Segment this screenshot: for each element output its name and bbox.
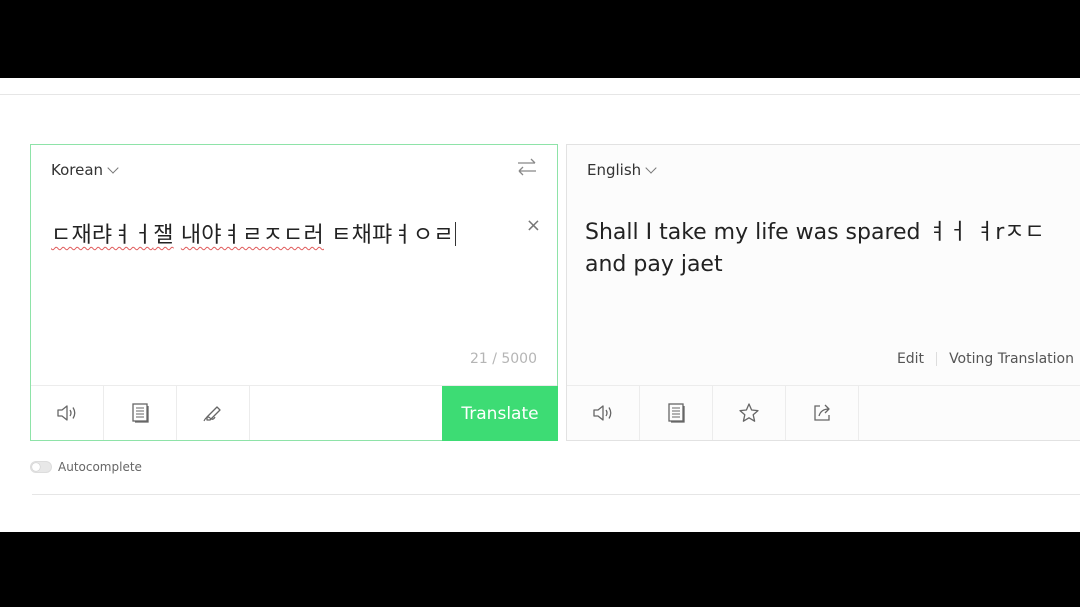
dictionary-icon xyxy=(668,403,685,423)
translation-actions: Edit Voting Translation xyxy=(897,351,1074,367)
source-text-part xyxy=(174,223,181,248)
swap-icon[interactable] xyxy=(515,157,539,177)
translate-button[interactable]: Translate xyxy=(442,386,558,441)
target-toolbar xyxy=(567,385,1080,440)
autocomplete-label: Autocomplete xyxy=(58,460,142,474)
translator-page: Korean ㄷ재랴ㅕㅓ잴 내야ㅕㄹㅈㄷ러 ㅌ채퍄ㅕㅇㄹ × 21 / 5000 xyxy=(0,78,1080,532)
source-text-part: ㅌ채퍄ㅕㅇㄹ xyxy=(323,223,454,248)
speaker-icon xyxy=(593,405,612,421)
source-listen-button[interactable] xyxy=(31,386,104,440)
header-divider xyxy=(0,94,1080,95)
source-input[interactable]: ㄷ재랴ㅕㅓ잴 내야ㅕㄹㅈㄷ러 ㅌ채퍄ㅕㅇㄹ xyxy=(51,217,456,249)
chevron-down-icon xyxy=(107,161,119,174)
source-dictionary-button[interactable] xyxy=(104,386,177,440)
source-language-select[interactable]: Korean xyxy=(51,161,119,179)
source-text-part: 잴 xyxy=(153,223,174,248)
target-dictionary-button[interactable] xyxy=(640,386,713,440)
voting-translation-link[interactable]: Voting Translation xyxy=(949,351,1074,367)
autocomplete-toggle[interactable] xyxy=(30,461,52,473)
edit-link[interactable]: Edit xyxy=(897,351,924,367)
footer-divider xyxy=(32,494,1080,495)
autocomplete-option: Autocomplete xyxy=(30,460,142,474)
favorite-button[interactable] xyxy=(713,386,786,440)
target-panel: English Shall I take my life was spared … xyxy=(566,144,1080,441)
source-toolbar: Translate xyxy=(31,385,558,441)
share-icon xyxy=(814,404,830,421)
dictionary-icon xyxy=(132,403,149,423)
clear-icon[interactable]: × xyxy=(526,217,541,235)
divider xyxy=(936,352,938,366)
target-language-label: English xyxy=(587,161,642,179)
chevron-down-icon xyxy=(645,161,657,174)
star-icon xyxy=(739,403,759,422)
target-language-select[interactable]: English xyxy=(587,161,657,179)
speaker-icon xyxy=(57,405,76,421)
source-handwriting-button[interactable] xyxy=(177,386,250,440)
translation-output: Shall I take my life was spared ㅕㅓ ㅕrㅈㄷ … xyxy=(585,220,1045,277)
source-language-label: Korean xyxy=(51,161,104,179)
target-listen-button[interactable] xyxy=(567,386,640,440)
share-button[interactable] xyxy=(786,386,859,440)
handwriting-icon xyxy=(203,406,221,422)
source-text-part: 내야ㅕㄹㅈㄷ러 xyxy=(180,223,324,248)
source-text-part: ㄷ재랴ㅕㅓ xyxy=(51,223,154,248)
character-count: 21 / 5000 xyxy=(469,351,537,367)
source-panel: Korean ㄷ재랴ㅕㅓ잴 내야ㅕㄹㅈㄷ러 ㅌ채퍄ㅕㅇㄹ × 21 / 5000 xyxy=(30,144,558,441)
text-caret xyxy=(454,222,456,246)
